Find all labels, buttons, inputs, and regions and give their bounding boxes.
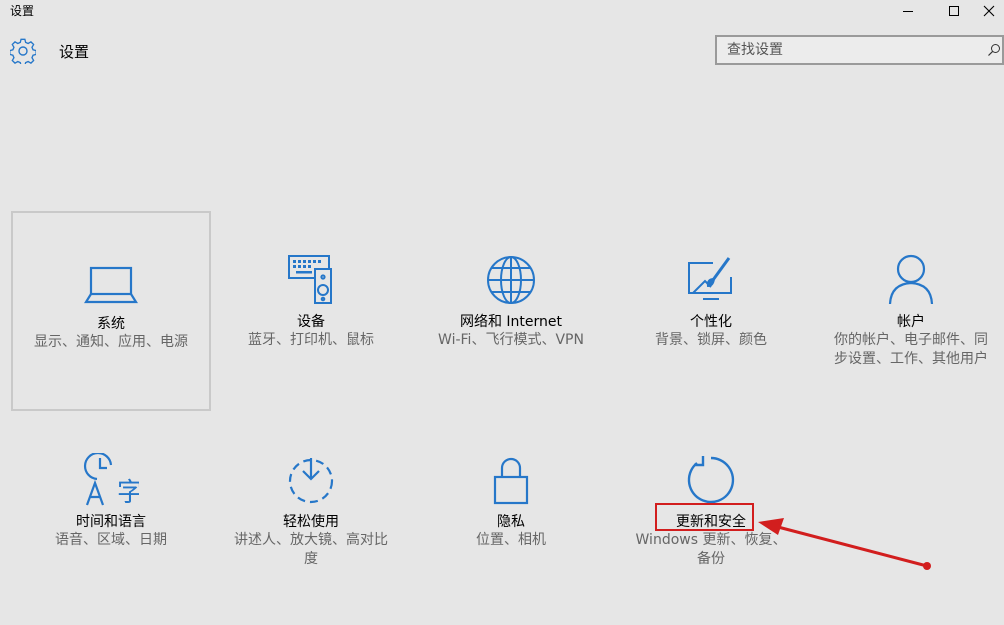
page-title: 设置 (59, 43, 90, 61)
tile-description: 位置、相机 (476, 532, 546, 548)
person-icon (888, 254, 934, 305)
globe-icon (487, 256, 535, 304)
tile-time-language[interactable]: 字 时间和语言 语音、区域、日期 (11, 411, 211, 611)
tile-description: 语音、区域、日期 (55, 532, 167, 548)
tile-personalization[interactable]: 个性化 背景、锁屏、颜色 (611, 211, 811, 411)
laptop-icon (84, 266, 138, 304)
tile-description: 显示、通知、应用、电源 (34, 334, 188, 350)
update-icon (687, 456, 735, 504)
tile-privacy[interactable]: 隐私 位置、相机 (411, 411, 611, 611)
devices-icon (288, 255, 332, 304)
tile-name: 个性化 (690, 314, 732, 330)
window-title: 设置 (10, 4, 35, 18)
tile-name: 设备 (297, 314, 325, 330)
minimize-icon (903, 11, 913, 12)
tile-description: 你的帐户、电子邮件、同步设置、工作、其他用户 (834, 332, 988, 367)
svg-text:字: 字 (117, 478, 139, 508)
gear-icon (10, 38, 36, 64)
tile-ease-of-access[interactable]: 轻松使用 讲述人、放大镜、高对比度 (211, 411, 411, 611)
lock-icon (493, 457, 529, 505)
tile-name: 轻松使用 (283, 514, 339, 530)
maximize-icon (949, 6, 959, 16)
tile-name: 网络和 Internet (459, 314, 563, 330)
tile-name: 时间和语言 (76, 514, 146, 530)
tile-description: Windows 更新、恢复、备份 (635, 532, 787, 567)
tile-description: 讲述人、放大镜、高对比度 (234, 532, 388, 567)
ease-of-access-icon (288, 458, 334, 504)
personalization-icon (688, 257, 732, 300)
time-language-icon: 字 (84, 453, 139, 508)
annotation-highlight-box (655, 503, 754, 531)
search-icon[interactable] (987, 43, 1001, 57)
tile-description: Wi-Fi、飞行模式、VPN (438, 332, 584, 348)
tile-description: 蓝牙、打印机、鼠标 (248, 332, 374, 348)
search-box[interactable] (715, 35, 1004, 65)
tile-name: 帐户 (897, 314, 925, 330)
minimize-button[interactable] (885, 0, 931, 22)
close-icon (983, 5, 995, 17)
tile-accounts[interactable]: 帐户 你的帐户、电子邮件、同步设置、工作、其他用户 (811, 211, 1004, 411)
tile-devices[interactable]: 设备 蓝牙、打印机、鼠标 (211, 211, 411, 411)
search-input[interactable] (717, 37, 987, 63)
tile-description: 背景、锁屏、颜色 (655, 332, 767, 348)
close-button[interactable] (974, 0, 1004, 22)
tile-system[interactable]: 系统 显示、通知、应用、电源 (11, 211, 211, 411)
tile-name: 隐私 (497, 514, 525, 530)
tile-network[interactable]: 网络和 Internet Wi-Fi、飞行模式、VPN (411, 211, 611, 411)
maximize-button[interactable] (931, 0, 977, 22)
tile-name: 系统 (97, 316, 125, 332)
title-bar: 设置 (0, 0, 1004, 24)
